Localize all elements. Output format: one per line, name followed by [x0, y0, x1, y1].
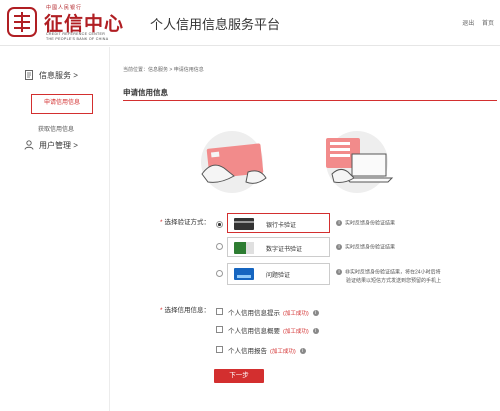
- verify-option-label: 问题验证: [266, 273, 291, 279]
- checkbox-credit-info-summary[interactable]: [216, 326, 223, 333]
- info-icon: i: [336, 220, 342, 226]
- sidebar-group-label: 信息服务 >: [39, 71, 78, 80]
- sidebar-group-label: 用户管理 >: [39, 141, 78, 150]
- header: 中國人民银行 征信中心 CREDIT REFERENCE CENTER THE …: [0, 0, 500, 46]
- status-badge: (加工成功): [283, 311, 309, 317]
- status-badge: (加工成功): [270, 349, 296, 355]
- verify-method-label: * 选择验证方式：: [160, 219, 211, 226]
- verify-option-question[interactable]: 问题验证: [227, 263, 330, 285]
- credit-info-label: * 选择信用信息：: [160, 307, 211, 314]
- credit-info-item: 个人信用信息概要 (加工成功) i: [228, 325, 319, 335]
- user-icon: [24, 140, 34, 150]
- info-icon: i: [336, 244, 342, 250]
- logout-link[interactable]: 退出: [462, 18, 474, 27]
- home-link[interactable]: 首页: [482, 18, 494, 27]
- info-icon: i: [336, 269, 342, 275]
- logo-english-line1: CREDIT REFERENCE CENTER: [46, 32, 106, 36]
- title-divider: [123, 100, 497, 101]
- document-icon: [25, 70, 33, 80]
- credit-info-item: 个人信用报告 (加工成功) i: [228, 345, 306, 355]
- sidebar-item-get-credit-info[interactable]: 获取信用信息: [38, 124, 74, 133]
- info-icon: i: [312, 328, 319, 335]
- verify-option-label: 数字证书验证: [266, 247, 303, 253]
- verify-hint-bank-card: i 实时反馈身份验证结果: [336, 220, 395, 227]
- sidebar: 信息服务 > 申请信用信息 获取信用信息 用户管理 >: [0, 47, 110, 411]
- info-icon: i: [299, 348, 306, 355]
- radio-bank-card[interactable]: [216, 221, 223, 228]
- credit-center-logo-icon: [7, 7, 37, 37]
- logo-english-line2: THE PEOPLE'S BANK OF CHINA: [46, 37, 109, 41]
- verify-option-bank-card[interactable]: 银行卡验证: [227, 213, 330, 233]
- radio-digital-cert[interactable]: [216, 243, 223, 250]
- breadcrumb: 当前位置：信息服务 > 申请信用信息: [123, 67, 204, 73]
- radio-question[interactable]: [216, 270, 223, 277]
- bank-card-icon: [234, 218, 254, 230]
- card-laptop-illustration: [326, 131, 394, 193]
- logo[interactable]: 中國人民银行 征信中心 CREDIT REFERENCE CENTER THE …: [6, 4, 146, 42]
- question-icon: [234, 268, 254, 280]
- verify-hint-digital-cert: i 实时反馈身份验证结果: [336, 244, 395, 251]
- info-icon: i: [312, 310, 319, 317]
- required-mark: *: [160, 219, 163, 226]
- certificate-icon: [234, 242, 254, 254]
- status-badge: (加工成功): [283, 329, 309, 335]
- verify-option-digital-cert[interactable]: 数字证书验证: [227, 237, 330, 257]
- page: 中國人民银行 征信中心 CREDIT REFERENCE CENTER THE …: [0, 0, 500, 411]
- sidebar-item-apply-credit-info[interactable]: 申请信用信息: [31, 94, 93, 114]
- required-mark: *: [160, 307, 163, 314]
- verify-hint-question-line2: 验证结果以短信方式发送到您预留的手机上: [346, 278, 442, 284]
- checkbox-credit-report[interactable]: [216, 346, 223, 353]
- main-content: 当前位置：信息服务 > 申请信用信息 申请信用信息 * 选择验证方式： 银行卡验…: [110, 47, 500, 411]
- next-button[interactable]: 下一步: [214, 369, 264, 383]
- header-links: 退出 首页: [456, 18, 494, 27]
- credit-info-item: 个人信用信息提示 (加工成功) i: [228, 307, 319, 317]
- site-title: 个人信用信息服务平台: [150, 17, 281, 32]
- verify-hint-question: i 非实时反馈身份验证结果，将在24小时后将: [336, 269, 441, 276]
- checkbox-credit-info-tip[interactable]: [216, 308, 223, 315]
- page-title: 申请信用信息: [123, 88, 168, 97]
- verify-option-label: 银行卡验证: [266, 223, 297, 229]
- bank-card-illustration: [201, 131, 267, 193]
